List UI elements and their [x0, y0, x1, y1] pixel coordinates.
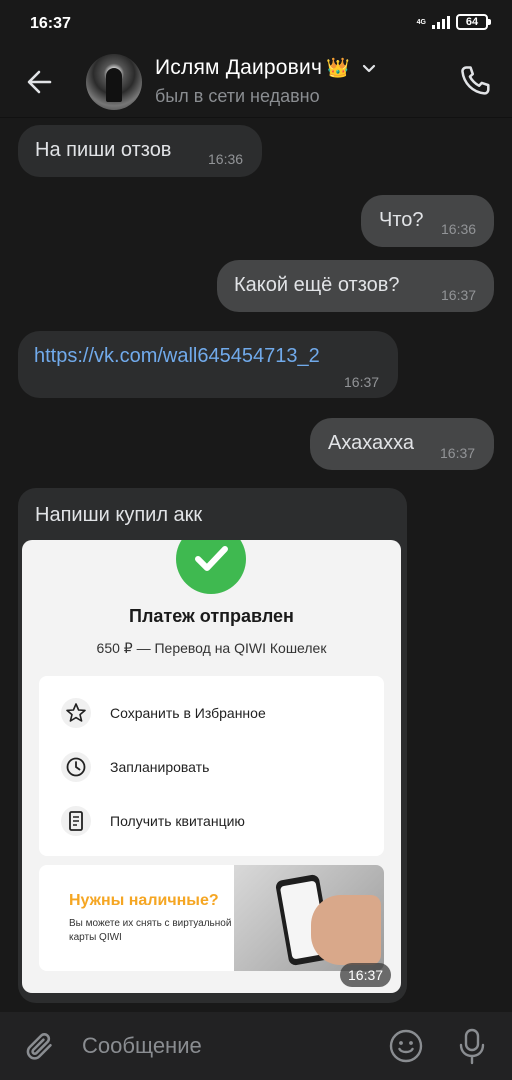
- paperclip-icon: [26, 1033, 52, 1060]
- contact-title[interactable]: Ислям Даирович 👑: [155, 56, 378, 80]
- battery-icon: 64: [456, 14, 491, 30]
- message-time: 16:36: [208, 151, 244, 167]
- back-button[interactable]: [22, 64, 58, 100]
- status-indicators: 4G 64: [416, 14, 491, 30]
- chevron-down-icon: [362, 64, 375, 73]
- image-attachment[interactable]: Платеж отправлен 650 ₽ — Перевод на QIWI…: [22, 540, 401, 993]
- signal-icon: [432, 15, 450, 29]
- checkmark-icon: [176, 540, 246, 594]
- option-label: Сохранить в Избранное: [110, 705, 266, 721]
- message-text: Какой ещё отзов?: [234, 274, 400, 296]
- option-receipt: Получить квитанцию: [39, 794, 384, 848]
- voice-message-button[interactable]: [454, 1026, 490, 1066]
- message-time: 16:37: [441, 287, 477, 303]
- option-label: Запланировать: [110, 759, 210, 775]
- option-label: Получить квитанцию: [110, 813, 245, 829]
- message-incoming[interactable]: https://vk.com/wall645454713_2 16:37: [18, 331, 398, 398]
- hand-image: [311, 895, 381, 965]
- message-text: Что?: [379, 209, 424, 231]
- promo-title: Нужны наличные?: [69, 892, 219, 909]
- payment-title: Платеж отправлен: [129, 606, 294, 626]
- status-time: 16:37: [30, 15, 71, 32]
- promo-text: Вы можете их снять с виртуальной карты Q…: [69, 918, 232, 943]
- microphone-icon: [459, 1028, 485, 1065]
- message-time: 16:37: [440, 445, 476, 461]
- option-schedule: Запланировать: [39, 740, 384, 794]
- message-text: На пиши отзов: [35, 139, 172, 161]
- emoji-button[interactable]: [388, 1028, 424, 1064]
- crown-icon: 👑: [326, 58, 350, 79]
- clock-icon: [61, 752, 91, 782]
- message-outgoing[interactable]: Что? 16:36: [361, 195, 494, 247]
- message-outgoing[interactable]: Ахахахха 16:37: [310, 418, 494, 470]
- message-input[interactable]: [82, 1026, 372, 1066]
- message-outgoing[interactable]: Какой ещё отзов? 16:37: [217, 260, 494, 312]
- network-type: 4G: [416, 18, 426, 26]
- phone-icon: [461, 66, 490, 95]
- message-text: Ахахахха: [328, 432, 415, 454]
- payment-options: Сохранить в Избранное Запланировать Полу…: [39, 676, 384, 856]
- star-icon: [61, 698, 91, 728]
- message-composer: [0, 1012, 512, 1080]
- option-save-favorite: Сохранить в Избранное: [39, 686, 384, 740]
- receipt-icon: [61, 806, 91, 836]
- chat-header: Ислям Даирович 👑 был в сети недавно: [0, 46, 512, 118]
- avatar[interactable]: [86, 54, 142, 110]
- message-incoming[interactable]: На пиши отзов 16:36: [18, 125, 262, 177]
- call-button[interactable]: [456, 62, 494, 100]
- avatar-figure: [106, 68, 122, 102]
- message-time: 16:36: [441, 221, 477, 237]
- message-time: 16:37: [344, 374, 380, 390]
- message-time: 16:37: [340, 963, 392, 987]
- battery-level: 64: [465, 16, 479, 28]
- status-bar: 16:37 4G 64: [0, 0, 512, 46]
- promo-banner: Нужны наличные? Вы можете их снять с вир…: [39, 865, 384, 971]
- message-link[interactable]: https://vk.com/wall645454713_2: [34, 345, 320, 368]
- contact-name: Ислям Даирович: [155, 56, 323, 79]
- arrow-left-icon: [27, 70, 52, 94]
- contact-status: был в сети недавно: [155, 86, 320, 106]
- smile-icon: [389, 1029, 423, 1063]
- attach-button[interactable]: [22, 1028, 58, 1064]
- payment-subtitle: 650 ₽ — Перевод на QIWI Кошелек: [96, 640, 327, 656]
- message-text: Напиши купил акк: [35, 504, 203, 526]
